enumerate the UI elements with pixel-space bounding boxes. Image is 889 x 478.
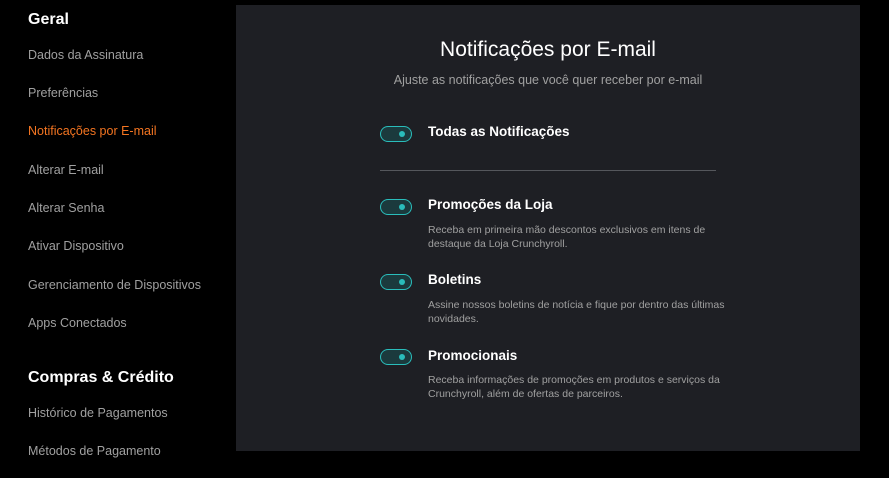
all-notifications-label: Todas as Notificações xyxy=(428,124,570,139)
page-subtitle: Ajuste as notificações que você quer rec… xyxy=(393,73,703,87)
newsletters-toggle[interactable] xyxy=(380,274,412,290)
toggle-knob-icon xyxy=(399,131,405,137)
sidebar-item-alterar-email[interactable]: Alterar E-mail xyxy=(28,163,104,177)
store-promotions-description: Receba em primeira mão descontos exclusi… xyxy=(428,224,706,250)
sidebar-item-dados-assinatura[interactable]: Dados da Assinatura xyxy=(28,48,143,62)
sidebar-item-metodos-pagamento[interactable]: Métodos de Pagamento xyxy=(28,444,161,458)
sidebar-item-gerenciamento-dispositivos[interactable]: Gerenciamento de Dispositivos xyxy=(28,278,201,292)
sidebar-item-historico-pagamentos[interactable]: Histórico de Pagamentos xyxy=(28,406,168,420)
sidebar-item-alterar-senha[interactable]: Alterar Senha xyxy=(28,201,104,215)
section-title-geral: Geral xyxy=(28,11,69,28)
sidebar-item-notificacoes-email[interactable]: Notificações por E-mail xyxy=(28,124,157,138)
sidebar-item-ativar-dispositivo[interactable]: Ativar Dispositivo xyxy=(28,239,124,253)
store-promotions-label: Promoções da Loja xyxy=(428,197,553,212)
divider xyxy=(380,170,716,171)
store-promotions-toggle[interactable] xyxy=(380,199,412,215)
page-title: Notificações por E-mail xyxy=(440,38,656,61)
newsletters-label: Boletins xyxy=(428,272,482,287)
email-notifications-panel: Notificações por E-mail Ajuste as notifi… xyxy=(236,5,860,451)
section-title-compras-credito: Compras & Crédito xyxy=(28,369,174,386)
promotional-toggle[interactable] xyxy=(380,349,412,365)
toggle-knob-icon xyxy=(399,279,405,285)
all-notifications-toggle[interactable] xyxy=(380,126,412,142)
toggle-knob-icon xyxy=(399,204,405,210)
promotional-description: Receba informações de promoções em produ… xyxy=(428,374,720,400)
sidebar: Geral Dados da Assinatura Preferências N… xyxy=(0,0,236,478)
sidebar-item-apps-conectados[interactable]: Apps Conectados xyxy=(28,316,127,330)
toggle-knob-icon xyxy=(399,354,405,360)
sidebar-item-preferencias[interactable]: Preferências xyxy=(28,86,98,100)
newsletters-description: Assine nossos boletins de notícia e fiqu… xyxy=(428,299,725,325)
promotional-label: Promocionais xyxy=(428,348,518,363)
